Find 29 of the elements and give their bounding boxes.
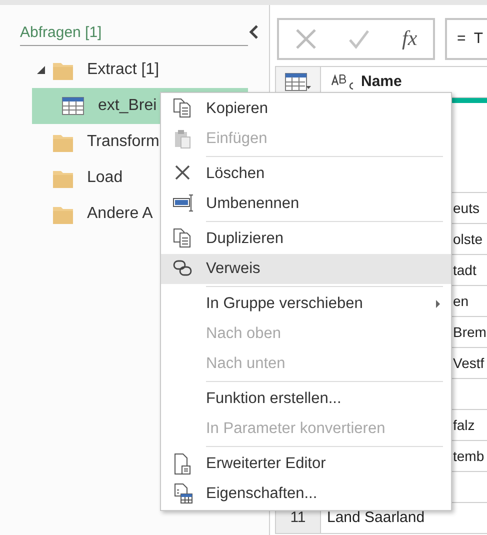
quality-bar — [451, 98, 487, 103]
formula-field[interactable]: = T — [445, 18, 487, 60]
table-cell-text: euts — [453, 198, 480, 218]
text-type-icon — [331, 74, 355, 90]
pane-title: Abfragen [1] — [20, 23, 248, 46]
table-cell-text: Vestf — [453, 354, 484, 372]
menu-item[interactable]: Funktion erstellen... — [161, 384, 451, 414]
menu-item[interactable]: Erweiterter Editor — [161, 449, 451, 479]
fx-button[interactable]: fx — [402, 23, 418, 55]
menu-item[interactable]: Umbenennen — [161, 189, 451, 219]
table-cell-text: Brem — [453, 322, 486, 342]
table-cell-text: en — [453, 292, 469, 310]
menu-item[interactable]: Verweis — [161, 254, 451, 284]
check-icon — [348, 28, 370, 50]
collapse-icon — [249, 24, 259, 38]
table-cell-text: temb — [453, 446, 484, 466]
table-cell-text: falz — [453, 416, 475, 434]
table-cell-text: Land Saarland — [327, 508, 425, 528]
column-name: Name — [361, 72, 402, 92]
properties-icon — [172, 483, 194, 505]
menu-item[interactable]: Löschen — [161, 159, 451, 189]
table-cell-text: olste — [453, 230, 483, 248]
menu-item[interactable]: In Gruppe verschieben — [161, 289, 451, 319]
menu-item[interactable]: Duplizieren — [161, 224, 451, 254]
submenu-arrow-icon — [435, 300, 441, 308]
table-icon — [62, 97, 84, 115]
cancel-icon — [294, 28, 317, 50]
tree-item[interactable]: Extract [1] — [32, 52, 248, 88]
table-cell-text: tadt — [453, 260, 476, 280]
